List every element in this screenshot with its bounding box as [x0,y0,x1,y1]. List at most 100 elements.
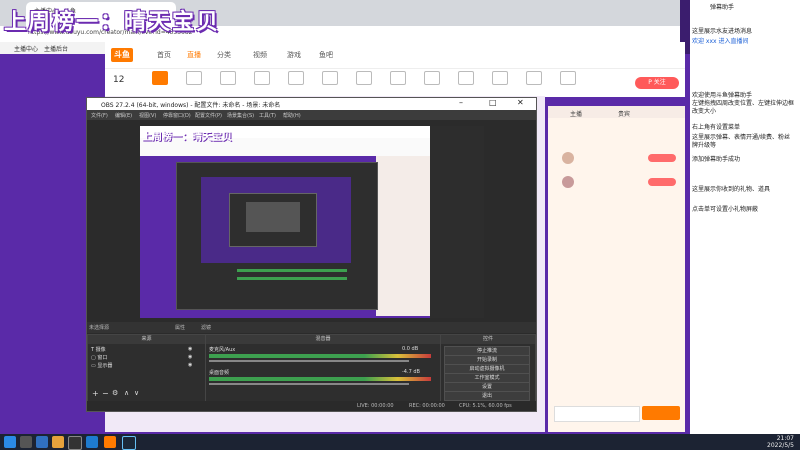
nav-item[interactable]: 视频 [253,50,267,60]
avatar [562,176,574,188]
obs-preview[interactable]: 上周榜一：晴天宝贝 [140,126,484,318]
nav-item[interactable]: 游戏 [287,50,301,60]
remove-icon[interactable]: − [102,389,109,398]
chat-tab[interactable]: 主播 [570,109,582,118]
category-icon [526,71,542,85]
mixer-db: 0.0 dB [402,346,419,352]
menu-item[interactable]: 场景集合(S) [227,112,254,119]
category-item[interactable] [421,71,443,87]
edge-icon[interactable] [36,436,48,448]
category-item[interactable] [217,71,239,87]
category-icon [560,71,576,85]
follow-button[interactable]: P 关注 [635,77,679,89]
mixer-channel-name: 桌面音频 [209,370,230,376]
filters-button[interactable]: 滤镜 [201,324,211,331]
live-status: LIVE: 00:00:00 [357,403,394,409]
nav-item[interactable]: 鱼吧 [319,50,333,60]
properties-button[interactable]: 属性 [175,324,185,331]
taskbar: 21:07 2022/5/5 [0,434,800,450]
exit-button[interactable]: 退出 [444,391,530,401]
category-item[interactable] [557,71,579,87]
nav-item[interactable]: 首页 [157,50,171,60]
chat-panel: 主播 贵宾 [548,106,685,432]
menu-item[interactable]: 编辑(E) [115,112,132,119]
site-logo[interactable]: 斗鱼 [111,48,133,62]
gear-icon[interactable]: ⚙ [112,389,118,397]
add-icon[interactable]: + [92,389,99,398]
danmaku-helper: 弹幕助手 这里展示水友进场消息 欢迎 xxx 进入直播间 欢迎使用斗鱼弹幕助手 … [690,0,800,434]
rank-badge [648,154,676,162]
obs-title-bar: OBS 27.2.4 (64-bit, windows) - 配置文件: 未命名… [87,98,536,110]
minimize-icon[interactable]: – [459,98,463,107]
preview-meter [237,269,347,272]
site-nav: 斗鱼 首页 直播 分类 视频 游戏 鱼吧 [105,42,685,68]
category-item[interactable] [251,71,273,87]
volume-slider[interactable] [209,360,409,362]
obs-menu-bar: 文件(F) 编辑(E) 视图(V) 停靠窗口(D) 配置文件(P) 场景集合(S… [87,110,536,120]
system-clock[interactable]: 21:07 2022/5/5 [767,435,794,449]
category-item[interactable] [149,71,171,87]
chat-tab[interactable]: 贵宾 [618,109,630,118]
helper-line: 添加弹幕助手成功 [692,156,741,163]
audio-meter [209,377,431,381]
category-item[interactable] [455,71,477,87]
avatar [562,152,574,164]
nav-item-active[interactable]: 直播 [187,50,201,60]
category-item[interactable] [523,71,545,87]
preview-obs [176,162,378,310]
bookmark-item[interactable]: 主播后台 [44,44,68,53]
category-item[interactable] [353,71,375,87]
preview-overlay-title: 上周榜一：晴天宝贝 [142,132,232,143]
chat-notice [552,216,680,296]
category-item[interactable] [183,71,205,87]
helper-title: 弹幕助手 [710,4,735,11]
category-item[interactable] [285,71,307,87]
browser-taskbar-icon[interactable] [86,436,98,448]
helper-line: 这里展示弹幕、表情开通/续费、粉丝牌升级等 [692,134,791,149]
nav-item[interactable]: 分类 [217,50,231,60]
mixer-db: -4.7 dB [402,369,420,375]
close-icon[interactable]: ✕ [517,98,524,107]
obs-title: OBS 27.2.4 (64-bit, windows) - 配置文件: 未命名… [101,102,281,109]
category-item[interactable] [489,71,511,87]
source-item[interactable]: T 摄像 [91,346,106,353]
clock-time: 21:07 [776,435,794,442]
obs-taskbar-icon[interactable] [68,436,82,450]
category-icon [322,71,338,85]
helper-line: 这里展示你收到的礼物、道具 [692,186,771,193]
sources-dock: 来源 T 摄像 ▢ 窗口 ▭ 显示器 ◉ ◉ ◉ + − ⚙ ∧ ∨ [87,334,206,402]
down-icon[interactable]: ∨ [134,389,139,397]
helper-line: 欢迎 xxx 进入直播间 [692,38,749,45]
menu-item[interactable]: 工具(T) [259,112,276,119]
source-item[interactable]: ▢ 窗口 [91,354,107,361]
visibility-icon[interactable]: ◉ [188,362,192,368]
category-icon [186,71,202,85]
douyu-taskbar-icon[interactable] [104,436,116,448]
category-icon [220,71,236,85]
bookmark-item[interactable]: 主播中心 [14,44,38,53]
send-button[interactable] [642,406,680,420]
scene-bar: 未选择源 属性 滤镜 [87,322,536,333]
folder-icon[interactable] [52,436,64,448]
menu-item[interactable]: 停靠窗口(D) [163,112,191,119]
visibility-icon[interactable]: ◉ [188,346,192,352]
chat-input[interactable] [554,406,640,422]
menu-item[interactable]: 帮助(H) [283,112,301,119]
audio-meter [209,354,431,358]
source-item[interactable]: ▭ 显示器 [91,362,112,369]
rec-status: REC: 00:00:00 [409,403,445,409]
volume-slider[interactable] [209,383,409,385]
category-item[interactable] [387,71,409,87]
visibility-icon[interactable]: ◉ [188,354,192,360]
category-item[interactable] [319,71,341,87]
search-icon[interactable] [20,436,32,448]
category-icon [492,71,508,85]
up-icon[interactable]: ∧ [124,389,129,397]
menu-item[interactable]: 视图(V) [139,112,156,119]
menu-item[interactable]: 配置文件(P) [195,112,222,119]
windows-start-icon[interactable] [4,436,16,448]
steam-icon[interactable] [122,436,136,450]
clock-date: 2022/5/5 [767,442,794,449]
menu-item[interactable]: 文件(F) [91,112,108,119]
maximize-icon[interactable]: □ [489,98,497,107]
